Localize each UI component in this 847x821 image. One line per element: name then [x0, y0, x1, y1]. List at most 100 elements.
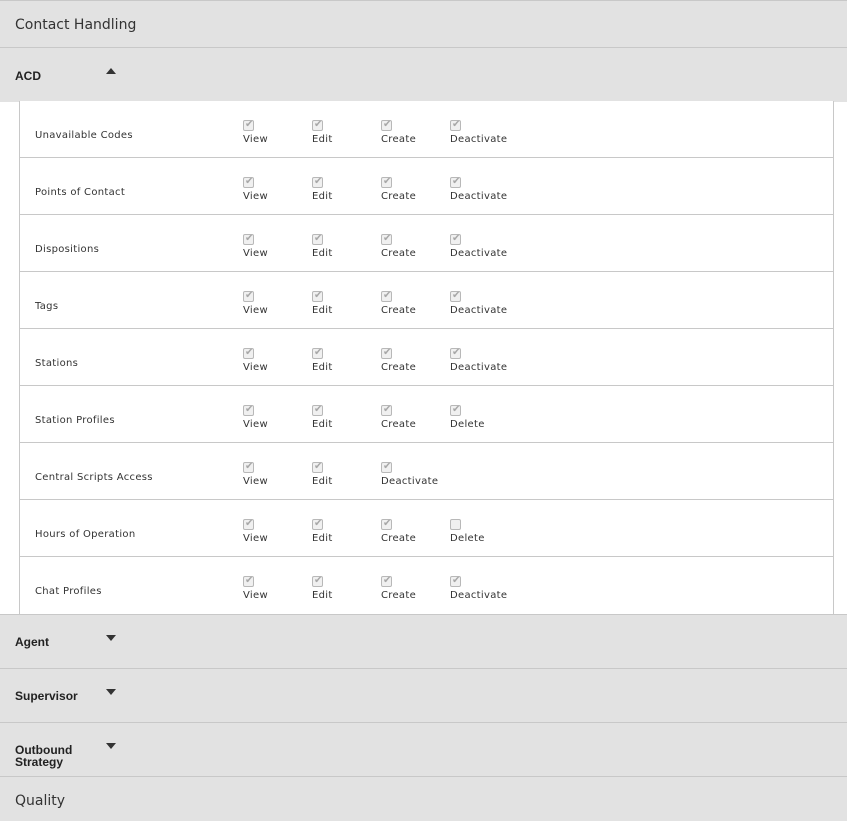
permission-row-label: Points of Contact: [35, 187, 126, 198]
permission-checkbox[interactable]: ✔: [312, 290, 323, 302]
permission-checkbox[interactable]: ✔: [381, 119, 392, 131]
permission-label: Deactivate: [381, 476, 439, 487]
permission-checkbox[interactable]: [450, 519, 461, 530]
permission-checkbox[interactable]: ✔: [312, 404, 323, 416]
permission-label: Deactivate: [450, 362, 508, 373]
quality-header: Quality: [0, 776, 847, 821]
permission-label: Edit: [312, 362, 333, 373]
permission-option: ✔ Create: [381, 347, 461, 378]
permission-checkbox[interactable]: ✔: [450, 119, 461, 131]
checkmark-icon: ✔: [314, 404, 323, 415]
permission-checkbox[interactable]: ✔: [381, 575, 392, 587]
permission-option: ✔ Edit: [312, 290, 392, 321]
permission-checkbox[interactable]: ✔: [243, 404, 254, 416]
contact-handling-header: Contact Handling: [0, 0, 847, 48]
permission-label: View: [243, 533, 268, 544]
permission-option: ✔ Edit: [312, 461, 392, 492]
permission-checkbox[interactable]: ✔: [243, 176, 254, 188]
permission-checkbox[interactable]: ✔: [312, 347, 323, 359]
permission-row: Dispositions ✔ View ✔ Edit ✔ Create ✔ Deactivate: [20, 215, 833, 272]
permission-label: Deactivate: [450, 134, 508, 145]
checkmark-icon: ✔: [383, 233, 392, 244]
permission-checkbox[interactable]: ✔: [312, 233, 323, 245]
checkmark-icon: ✔: [383, 176, 392, 187]
permission-checkbox[interactable]: ✔: [450, 176, 461, 188]
caret-down-icon[interactable]: [106, 635, 116, 641]
permission-checkbox[interactable]: ✔: [243, 518, 254, 530]
checkmark-icon: ✔: [314, 233, 323, 244]
permission-label: Edit: [312, 305, 333, 316]
permission-checkbox[interactable]: ✔: [243, 119, 254, 131]
permission-row-label: Dispositions: [35, 244, 100, 255]
permission-checkbox[interactable]: ✔: [243, 461, 254, 473]
permission-checkbox[interactable]: ✔: [381, 518, 392, 530]
caret-up-icon[interactable]: [106, 68, 116, 74]
permission-checkbox[interactable]: ✔: [450, 290, 461, 302]
supervisor-group-header[interactable]: Supervisor: [0, 668, 847, 723]
checkmark-icon: ✔: [383, 461, 392, 472]
permission-checkbox[interactable]: ✔: [381, 461, 392, 473]
permission-option: ✔ Deactivate: [450, 233, 530, 264]
permission-option: ✔ Edit: [312, 575, 392, 606]
caret-down-icon[interactable]: [106, 743, 116, 749]
permission-checkbox[interactable]: ✔: [450, 575, 461, 587]
permission-option: ✔ Deactivate: [450, 290, 530, 321]
permission-label: Delete: [450, 419, 485, 430]
permission-checkbox[interactable]: ✔: [243, 290, 254, 302]
permission-checkbox[interactable]: ✔: [243, 347, 254, 359]
acd-group-header[interactable]: ACD: [0, 47, 847, 102]
permission-checkbox[interactable]: ✔: [312, 119, 323, 131]
permission-label: Edit: [312, 533, 333, 544]
permission-checkbox[interactable]: ✔: [312, 461, 323, 473]
permission-checkbox[interactable]: ✔: [381, 233, 392, 245]
permission-label: View: [243, 476, 268, 487]
permission-option: ✔ Edit: [312, 176, 392, 207]
permission-option: ✔ Deactivate: [450, 176, 530, 207]
permission-label: View: [243, 248, 268, 259]
supervisor-group-title: Supervisor: [15, 689, 78, 703]
permission-checkbox[interactable]: ✔: [243, 233, 254, 245]
permission-checkbox[interactable]: ✔: [450, 404, 461, 416]
permission-checkbox[interactable]: ✔: [312, 176, 323, 188]
permission-checkbox[interactable]: ✔: [381, 404, 392, 416]
permission-option: ✔ Edit: [312, 347, 392, 378]
checkmark-icon: ✔: [452, 404, 461, 415]
outbound-strategy-group-title: Outbound Strategy: [15, 743, 73, 769]
permission-checkbox[interactable]: ✔: [312, 518, 323, 530]
checkmark-icon: ✔: [383, 404, 392, 415]
checkmark-icon: ✔: [314, 461, 323, 472]
outbound-strategy-group-header[interactable]: Outbound Strategy: [0, 722, 847, 777]
checkmark-icon: ✔: [314, 119, 323, 130]
checkmark-icon: ✔: [245, 119, 254, 130]
permission-option: ✔ Create: [381, 575, 461, 606]
checkmark-icon: ✔: [245, 290, 254, 301]
checkmark-icon: ✔: [245, 575, 254, 586]
permission-option: ✔ Edit: [312, 233, 392, 264]
permission-checkbox[interactable]: ✔: [450, 347, 461, 359]
checkmark-icon: ✔: [314, 518, 323, 529]
permission-label: Deactivate: [450, 248, 508, 259]
permission-option: ✔ Edit: [312, 119, 392, 150]
permission-label: Create: [381, 362, 417, 373]
caret-down-icon[interactable]: [106, 689, 116, 695]
checkmark-icon: ✔: [314, 290, 323, 301]
permission-label: Edit: [312, 191, 333, 202]
permission-label: Edit: [312, 590, 333, 601]
permission-row: Central Scripts Access ✔ View ✔ Edit ✔ Deactiv…: [20, 443, 833, 500]
permission-checkbox[interactable]: ✔: [381, 290, 392, 302]
permission-row: Stations ✔ View ✔ Edit ✔ Create ✔ Deactivate: [20, 329, 833, 386]
permission-label: Edit: [312, 419, 333, 430]
permission-label: Create: [381, 305, 417, 316]
permission-option: ✔ View: [243, 290, 323, 321]
permission-checkbox[interactable]: ✔: [450, 233, 461, 245]
permission-checkbox[interactable]: ✔: [243, 575, 254, 587]
agent-group-header[interactable]: Agent: [0, 614, 847, 669]
permission-option: ✔ View: [243, 518, 323, 549]
checkmark-icon: ✔: [452, 176, 461, 187]
permission-row: Station Profiles ✔ View ✔ Edit ✔ Create ✔ Delete: [20, 386, 833, 443]
permission-checkbox[interactable]: ✔: [381, 176, 392, 188]
permission-label: View: [243, 305, 268, 316]
permission-checkbox[interactable]: ✔: [381, 347, 392, 359]
permission-checkbox[interactable]: ✔: [312, 575, 323, 587]
checkmark-icon: ✔: [245, 176, 254, 187]
